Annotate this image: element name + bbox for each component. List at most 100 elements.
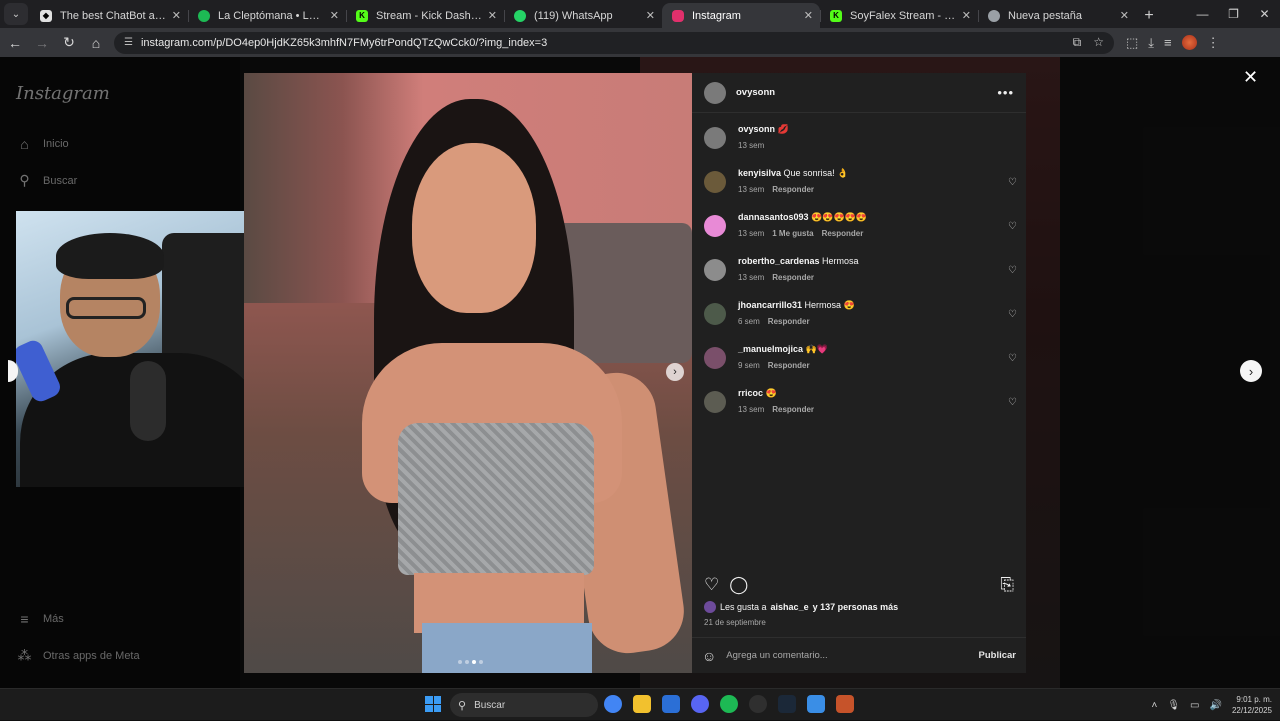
close-tab-icon[interactable]: ✕: [804, 9, 813, 22]
install-app-icon[interactable]: ⧉: [1073, 35, 1082, 50]
comment-input[interactable]: Agrega un comentario...: [726, 650, 978, 661]
publish-button[interactable]: Publicar: [979, 650, 1017, 661]
like-comment-icon[interactable]: ♡: [1008, 397, 1017, 408]
close-modal-icon[interactable]: ✕: [1243, 67, 1258, 88]
chevron-up-icon[interactable]: ˄: [1152, 700, 1158, 711]
browser-tab[interactable]: (119) WhatsApp ✕: [504, 3, 662, 28]
browser-tab[interactable]: K Stream - Kick Dashboard ✕: [346, 3, 504, 28]
taskbar-search[interactable]: ⚲ Buscar: [450, 693, 598, 717]
bookmark-star-icon[interactable]: ☆: [1093, 35, 1104, 50]
comment-likes-count[interactable]: 1 Me gusta: [772, 227, 813, 240]
next-post-button[interactable]: ›: [1240, 360, 1262, 382]
close-tab-icon[interactable]: ✕: [488, 9, 497, 22]
more-options-icon[interactable]: •••: [997, 85, 1014, 100]
caption-time[interactable]: 13 sem: [738, 139, 764, 152]
volume-icon[interactable]: 🔊: [1210, 700, 1222, 711]
post-date[interactable]: 21 de septiembre: [704, 618, 766, 627]
like-post-icon[interactable]: ♡: [704, 575, 719, 595]
network-icon[interactable]: ▭: [1190, 700, 1199, 711]
reply-button[interactable]: Responder: [772, 183, 814, 196]
like-comment-icon[interactable]: ♡: [1008, 221, 1017, 232]
close-tab-icon[interactable]: ✕: [962, 9, 971, 22]
clock[interactable]: 9:01 p. m. 22/12/2025: [1232, 694, 1272, 716]
comment-avatar[interactable]: [704, 303, 726, 325]
like-comment-icon[interactable]: ♡: [1008, 309, 1017, 320]
back-icon[interactable]: ←: [3, 31, 27, 55]
browser-tab[interactable]: K SoyFalex Stream - Watch Live o ✕: [820, 3, 978, 28]
carousel-next-icon[interactable]: ›: [666, 363, 684, 381]
browser-tab[interactable]: ◆ The best ChatBot and Widgets ✕: [30, 3, 188, 28]
liker-username[interactable]: aishac_e: [771, 602, 809, 612]
comment-time[interactable]: 6 sem: [738, 315, 760, 328]
comment-username[interactable]: kenyisilva: [738, 168, 781, 178]
reply-button[interactable]: Responder: [772, 403, 814, 416]
chrome-menu-icon[interactable]: ⋮: [1207, 35, 1220, 51]
likes-others[interactable]: y 137 personas más: [813, 602, 899, 612]
comment-icon[interactable]: ◯: [729, 575, 748, 595]
comment-username[interactable]: _manuelmojica: [738, 344, 803, 354]
reply-button[interactable]: Responder: [822, 227, 864, 240]
restore-icon[interactable]: ❐: [1218, 0, 1249, 28]
app-icon[interactable]: [836, 695, 854, 713]
save-bookmark-icon[interactable]: ⎘: [1000, 575, 1014, 595]
close-tab-icon[interactable]: ✕: [172, 9, 181, 22]
address-bar[interactable]: ☰ instagram.com/p/DO4ep0HjdKZ65k3mhfN7FM…: [114, 31, 1114, 54]
browser-tab[interactable]: Nueva pestaña ✕: [978, 3, 1136, 28]
site-info-icon[interactable]: ☰: [124, 37, 133, 48]
spotify-icon[interactable]: [720, 695, 738, 713]
comment-time[interactable]: 13 sem: [738, 271, 764, 284]
comment-time[interactable]: 13 sem: [738, 227, 764, 240]
comment-time[interactable]: 13 sem: [738, 403, 764, 416]
comment-avatar[interactable]: [704, 259, 726, 281]
windows-taskbar: ⚲ Buscar ˄ 🎙 ▭ 🔊 9:01 p. m. 22/12/2025: [0, 688, 1280, 720]
obs-icon[interactable]: [749, 695, 767, 713]
comment-avatar[interactable]: [704, 215, 726, 237]
windows-start-icon[interactable]: [425, 696, 441, 712]
comment-time[interactable]: 13 sem: [738, 183, 764, 196]
comment-username[interactable]: dannasantos093: [738, 212, 809, 222]
liker-avatar[interactable]: [704, 601, 716, 613]
minimize-icon[interactable]: —: [1187, 0, 1218, 28]
reply-button[interactable]: Responder: [772, 271, 814, 284]
home-icon[interactable]: ⌂: [84, 31, 108, 55]
comment-username[interactable]: jhoancarrillo31: [738, 300, 802, 310]
comment-username[interactable]: rricoc: [738, 388, 763, 398]
file-explorer-icon[interactable]: [633, 695, 651, 713]
reply-button[interactable]: Responder: [768, 315, 810, 328]
reload-icon[interactable]: ↻: [57, 31, 81, 55]
comment-avatar[interactable]: [704, 347, 726, 369]
reply-button[interactable]: Responder: [768, 359, 810, 372]
microsoft-store-icon[interactable]: [662, 695, 680, 713]
app-icon[interactable]: [807, 695, 825, 713]
close-window-icon[interactable]: ✕: [1249, 0, 1280, 28]
caption-avatar[interactable]: [704, 127, 726, 149]
reading-list-icon[interactable]: ≡: [1164, 35, 1172, 50]
like-comment-icon[interactable]: ♡: [1008, 177, 1017, 188]
like-comment-icon[interactable]: ♡: [1008, 353, 1017, 364]
browser-tab[interactable]: La Cleptómana • Los Herm ✕: [188, 3, 346, 28]
like-comment-icon[interactable]: ♡: [1008, 265, 1017, 276]
extensions-icon[interactable]: ⬚: [1126, 35, 1138, 51]
browser-tab-active[interactable]: Instagram ✕: [662, 3, 820, 28]
profile-avatar-icon[interactable]: [1181, 35, 1197, 50]
new-tab-icon[interactable]: +: [1136, 3, 1162, 28]
comment-time[interactable]: 9 sem: [738, 359, 760, 372]
url-text[interactable]: instagram.com/p/DO4ep0HjdKZ65k3mhfN7FMy6…: [141, 37, 1073, 49]
download-icon[interactable]: ⤓: [1148, 35, 1154, 51]
emoji-picker-icon[interactable]: ☺: [702, 648, 716, 664]
microphone-icon[interactable]: 🎙: [1167, 700, 1180, 711]
forward-icon[interactable]: →: [30, 31, 54, 55]
tab-search-menu-icon[interactable]: ⌄: [4, 3, 28, 25]
comment-avatar[interactable]: [704, 171, 726, 193]
discord-icon[interactable]: [691, 695, 709, 713]
author-username[interactable]: ovysonn: [736, 87, 775, 98]
comment-avatar[interactable]: [704, 391, 726, 413]
caption-username[interactable]: ovysonn: [738, 124, 775, 134]
steam-icon[interactable]: [778, 695, 796, 713]
comment-username[interactable]: robertho_cardenas: [738, 256, 820, 266]
close-tab-icon[interactable]: ✕: [330, 9, 339, 22]
close-tab-icon[interactable]: ✕: [646, 9, 655, 22]
close-tab-icon[interactable]: ✕: [1120, 9, 1129, 22]
author-avatar[interactable]: [704, 81, 726, 104]
chrome-taskbar-icon[interactable]: [604, 695, 622, 713]
